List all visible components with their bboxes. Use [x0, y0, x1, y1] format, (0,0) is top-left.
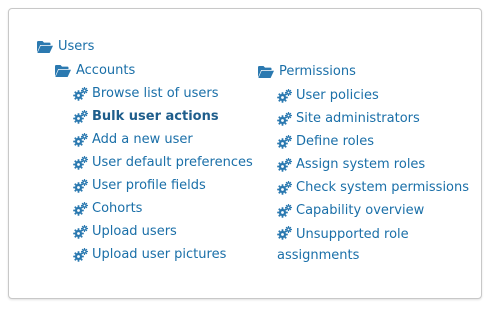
- link-add-a-new-user[interactable]: Add a new user: [73, 132, 193, 148]
- gears-icon: [277, 112, 292, 126]
- tree-node-label: Permissions: [279, 64, 356, 79]
- link-capability-overview[interactable]: Capability overview: [277, 203, 424, 219]
- gears-icon: [73, 202, 88, 216]
- gears-icon: [73, 225, 88, 239]
- tree-node-accounts[interactable]: Accounts: [55, 63, 135, 79]
- gears-icon: [73, 133, 88, 147]
- folder-open-icon: [37, 41, 53, 53]
- gears-icon: [73, 248, 88, 262]
- tree-node-users[interactable]: Users: [37, 39, 94, 55]
- link-browse-list-of-users[interactable]: Browse list of users: [73, 86, 218, 102]
- gears-icon: [277, 226, 292, 240]
- gears-icon: [73, 156, 88, 170]
- link-check-system-permissions[interactable]: Check system permissions: [277, 180, 469, 196]
- link-assign-system-roles[interactable]: Assign system roles: [277, 157, 425, 173]
- gears-icon: [277, 181, 292, 195]
- folder-open-icon: [55, 65, 71, 77]
- gears-icon: [277, 204, 292, 218]
- gears-icon: [73, 110, 88, 124]
- folder-open-icon: [258, 66, 274, 78]
- link-define-roles[interactable]: Define roles: [277, 134, 374, 150]
- gears-icon: [277, 158, 292, 172]
- gears-icon: [73, 87, 88, 101]
- link-user-profile-fields[interactable]: User profile fields: [73, 178, 206, 194]
- gears-icon: [277, 89, 292, 103]
- link-upload-user-pictures[interactable]: Upload user pictures: [73, 247, 226, 263]
- link-cohorts[interactable]: Cohorts: [73, 201, 142, 217]
- link-upload-users[interactable]: Upload users: [73, 224, 177, 240]
- gears-icon: [277, 135, 292, 149]
- link-site-administrators[interactable]: Site administrators: [277, 111, 420, 127]
- tree-node-permissions[interactable]: Permissions: [258, 64, 356, 80]
- link-bulk-user-actions[interactable]: Bulk user actions: [73, 109, 219, 125]
- link-user-default-preferences[interactable]: User default preferences: [73, 155, 253, 171]
- link-user-policies[interactable]: User policies: [277, 88, 379, 104]
- tree-node-label: Users: [58, 39, 95, 54]
- link-unsupported-role-assignments[interactable]: Unsupported role assignments: [277, 224, 467, 266]
- tree-node-label: Accounts: [76, 63, 136, 78]
- gears-icon: [73, 179, 88, 193]
